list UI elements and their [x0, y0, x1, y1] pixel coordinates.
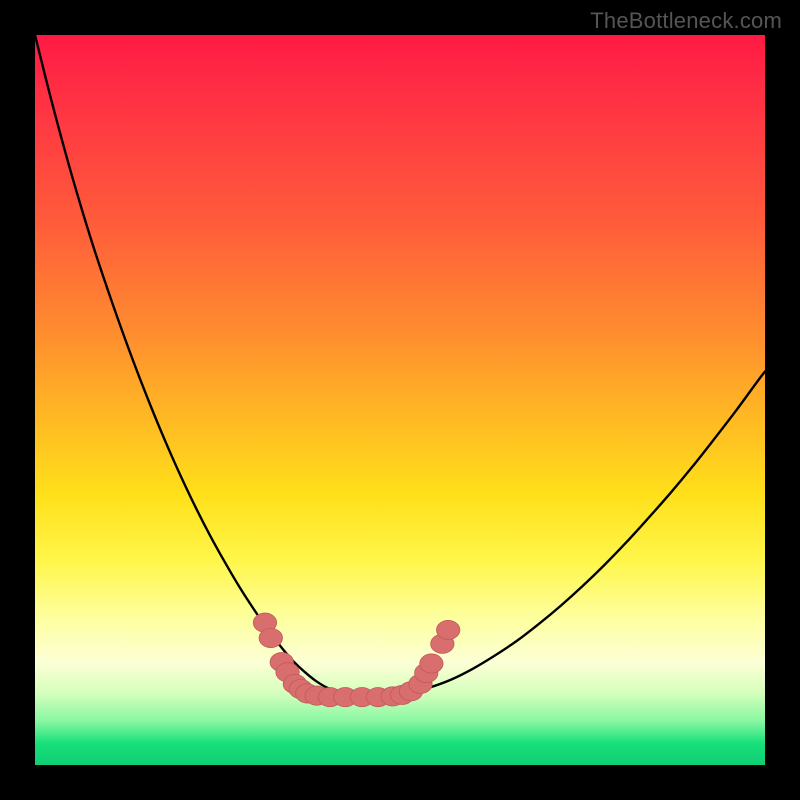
bottleneck-curve	[35, 35, 765, 697]
chart-marker	[259, 628, 282, 647]
chart-marker	[437, 620, 460, 639]
chart-svg	[35, 35, 765, 765]
chart-marker	[420, 654, 443, 673]
plot-area	[35, 35, 765, 765]
chart-markers	[253, 613, 460, 707]
watermark-text: TheBottleneck.com	[590, 8, 782, 34]
chart-frame: TheBottleneck.com	[0, 0, 800, 800]
